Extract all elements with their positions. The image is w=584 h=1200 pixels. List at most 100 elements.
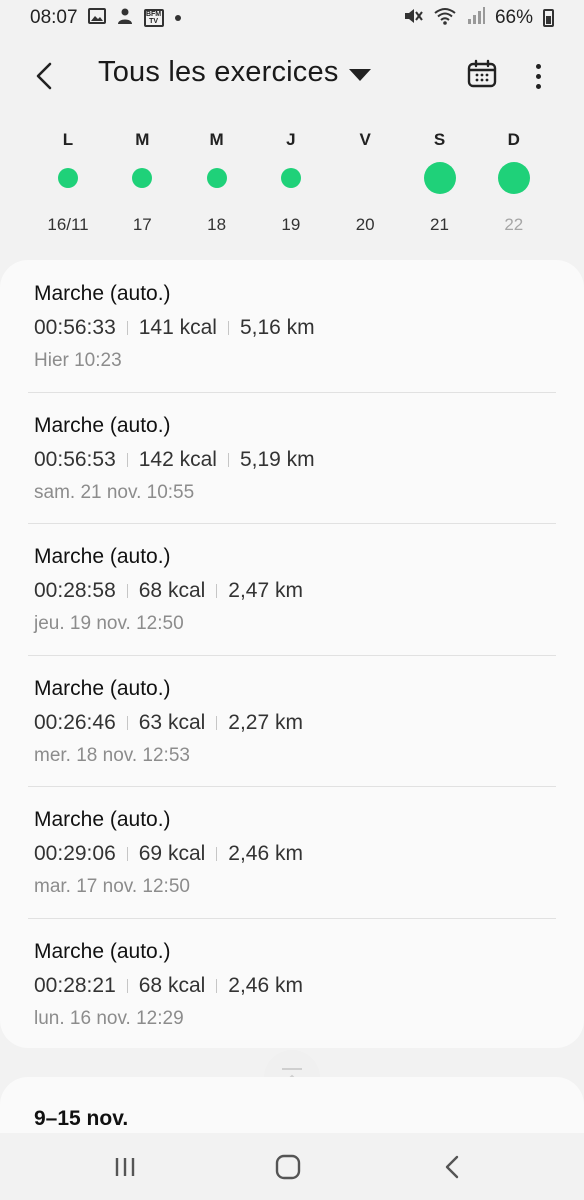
calendar-button[interactable] <box>466 58 500 92</box>
more-vert-dot <box>535 73 541 79</box>
recent-apps-icon <box>115 1158 135 1176</box>
exercise-title: Marche (auto.) <box>34 939 171 963</box>
back-nav-icon <box>445 1155 459 1179</box>
exercise-title: Marche (auto.) <box>34 545 171 568</box>
day-letter: S <box>433 130 446 149</box>
back-icon <box>36 62 52 90</box>
exercise-distance: 2,46 km <box>228 842 303 865</box>
exercise-row[interactable]: Marche (auto.) 00:28:58 68 kcal 2,47 km jeu.… <box>0 523 584 654</box>
exercise-row[interactable]: Marche (auto.) 00:26:46 63 kcal 2,27 km mer.… <box>0 655 584 786</box>
exercise-distance: 2,27 km <box>228 710 303 734</box>
exercise-date: mer. 18 nov. 12:53 <box>34 744 190 766</box>
exercise-title: Marche (auto.) <box>34 413 171 437</box>
activity-dot <box>132 168 153 188</box>
exercise-row[interactable]: Marche (auto.) 00:28:21 68 kcal 2,46 km lun.… <box>0 918 584 1049</box>
image-icon <box>87 7 106 29</box>
exercise-list-card: Marche (auto.) 00:56:33 141 kcal 5,16 km Hie… <box>0 260 584 1048</box>
mute-icon <box>403 7 423 30</box>
exercise-duration: 00:28:58 <box>34 579 116 602</box>
activity-indicator <box>477 154 551 202</box>
day-column[interactable]: M 17 <box>105 126 179 238</box>
exercise-stats: 00:56:33 141 kcal 5,16 km <box>34 316 315 340</box>
home-button[interactable] <box>258 1147 318 1187</box>
exercise-duration: 00:29:06 <box>34 842 116 865</box>
status-bar: 08:07 BFM TV 66% <box>0 0 584 36</box>
separator <box>126 978 128 993</box>
bfm-tv-icon: BFM TV <box>143 9 164 27</box>
exercise-calories: 141 kcal <box>138 316 217 339</box>
activity-indicator <box>254 154 328 202</box>
exercise-calories: 69 kcal <box>138 842 206 865</box>
day-letter: J <box>286 130 296 149</box>
day-date: 18 <box>207 215 227 234</box>
separator <box>126 452 128 467</box>
exercise-title: Marche (auto.) <box>34 808 171 831</box>
day-date: 16/11 <box>47 215 89 234</box>
exercise-calories: 68 kcal <box>138 973 206 997</box>
activity-dot <box>58 168 78 188</box>
day-column[interactable]: L 16/11 <box>31 126 105 238</box>
exercise-stats: 00:56:53 142 kcal 5,19 km <box>34 448 315 472</box>
previous-week-card[interactable]: 9–15 nov. <box>0 1077 584 1133</box>
separator <box>126 584 128 598</box>
exercise-distance: 5,19 km <box>239 447 315 471</box>
activity-indicator <box>403 154 477 202</box>
day-date: 21 <box>430 215 449 234</box>
separator <box>126 847 128 861</box>
back-nav-button[interactable] <box>422 1147 482 1187</box>
recent-apps-button[interactable] <box>95 1147 155 1187</box>
week-strip: L 16/11 M 17 M 18 J 19 V 20 S 21 D 22 <box>30 126 550 236</box>
day-column[interactable]: S 21 <box>403 126 477 238</box>
activity-indicator <box>105 154 179 202</box>
exercise-calories: 68 kcal <box>138 579 206 602</box>
exercise-stats: 00:26:46 63 kcal 2,27 km <box>34 711 303 735</box>
navigation-bar <box>0 1133 584 1200</box>
section-label: 9–15 nov. <box>34 1107 129 1130</box>
exercise-row[interactable]: Marche (auto.) 00:56:53 142 kcal 5,19 km sam… <box>0 392 584 523</box>
separator <box>216 978 218 993</box>
home-icon <box>275 1154 301 1180</box>
day-date: 17 <box>132 215 152 234</box>
activity-indicator <box>180 154 254 202</box>
person-icon <box>116 7 134 30</box>
more-vert-dot <box>535 83 541 89</box>
separator <box>216 715 218 730</box>
activity-dot <box>206 168 227 188</box>
battery-percent: 66% <box>494 7 533 28</box>
day-date: 22 <box>504 215 524 234</box>
back-button[interactable] <box>26 58 62 94</box>
day-column[interactable]: M 18 <box>180 126 254 238</box>
day-column[interactable]: D 22 <box>477 126 551 238</box>
exercise-date: jeu. 19 nov. 12:50 <box>34 613 184 634</box>
page-title: Tous les exercices <box>98 56 339 88</box>
more-options-button[interactable] <box>524 58 552 94</box>
exercise-calories: 63 kcal <box>138 710 206 734</box>
day-column[interactable]: V 20 <box>328 126 402 238</box>
separator <box>227 452 229 467</box>
exercise-title: Marche (auto.) <box>34 282 171 305</box>
activity-indicator <box>31 154 105 202</box>
exercise-date: lun. 16 nov. 12:29 <box>34 1007 184 1029</box>
day-date: 19 <box>281 215 301 234</box>
exercise-duration: 00:28:21 <box>34 973 116 997</box>
signal-icon <box>467 6 485 30</box>
separator <box>216 584 218 598</box>
exercise-stats: 00:28:21 68 kcal 2,46 km <box>34 974 303 998</box>
exercise-date: sam. 21 nov. 10:55 <box>34 481 195 503</box>
exercise-distance: 2,46 km <box>228 973 303 997</box>
app-bar: Tous les exercices <box>0 44 584 108</box>
exercise-stats: 00:28:58 68 kcal 2,47 km <box>34 579 303 603</box>
exercise-title: Marche (auto.) <box>34 676 171 700</box>
exercise-filter-dropdown[interactable]: Tous les exercices <box>98 56 371 89</box>
status-right: 66% <box>403 6 554 30</box>
exercise-row[interactable]: Marche (auto.) 00:56:33 141 kcal 5,16 km Hie… <box>0 260 584 391</box>
activity-dot <box>497 162 530 194</box>
day-letter: V <box>359 130 371 149</box>
activity-indicator <box>328 154 402 202</box>
exercise-row[interactable]: Marche (auto.) 00:29:06 69 kcal 2,46 km mar.… <box>0 786 584 917</box>
day-column[interactable]: J 19 <box>254 126 328 238</box>
activity-dot <box>280 168 301 188</box>
more-vert-icon <box>535 63 541 69</box>
day-letter: L <box>62 130 74 149</box>
dot-icon <box>174 9 182 27</box>
